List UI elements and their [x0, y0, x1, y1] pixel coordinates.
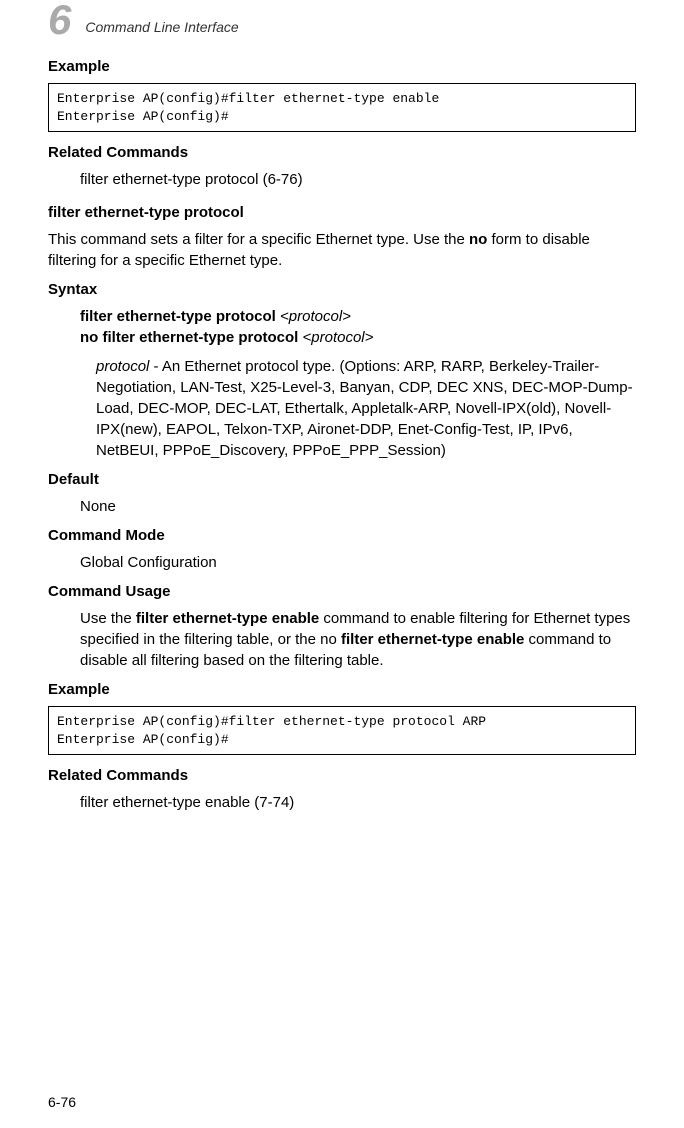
mode-heading: Command Mode: [48, 527, 636, 544]
page-header: 6 Command Line Interface: [48, 10, 636, 44]
related-commands-heading-2: Related Commands: [48, 767, 636, 784]
command-title: filter ethernet-type protocol: [48, 204, 636, 221]
code-example-2: Enterprise AP(config)#filter ethernet-ty…: [48, 706, 636, 755]
code-line: Enterprise AP(config)#filter ethernet-ty…: [57, 713, 627, 731]
syntax-line-1: filter ethernet-type protocol <protocol>: [80, 306, 636, 327]
default-heading: Default: [48, 471, 636, 488]
syntax-heading: Syntax: [48, 281, 636, 298]
syntax-line-2: no filter ethernet-type protocol <protoc…: [80, 327, 636, 348]
related-commands-heading: Related Commands: [48, 144, 636, 161]
command-description: This command sets a filter for a specifi…: [48, 229, 636, 271]
chapter-number: 6: [48, 0, 71, 44]
example-heading: Example: [48, 58, 636, 75]
related-command-text-2: filter ethernet-type enable (7-74): [80, 792, 636, 813]
example-heading-2: Example: [48, 681, 636, 698]
mode-value: Global Configuration: [80, 552, 636, 573]
related-command-text: filter ethernet-type protocol (6-76): [80, 169, 636, 190]
page-number: 6-76: [48, 1094, 76, 1110]
usage-heading: Command Usage: [48, 583, 636, 600]
code-line: Enterprise AP(config)#filter ethernet-ty…: [57, 90, 627, 108]
code-line: Enterprise AP(config)#: [57, 108, 627, 126]
default-value: None: [80, 496, 636, 517]
chapter-title: Command Line Interface: [85, 19, 238, 35]
usage-text: Use the filter ethernet-type enable comm…: [80, 608, 636, 671]
code-line: Enterprise AP(config)#: [57, 731, 627, 749]
code-example-1: Enterprise AP(config)#filter ethernet-ty…: [48, 83, 636, 132]
parameter-description: protocol - An Ethernet protocol type. (O…: [96, 356, 636, 461]
